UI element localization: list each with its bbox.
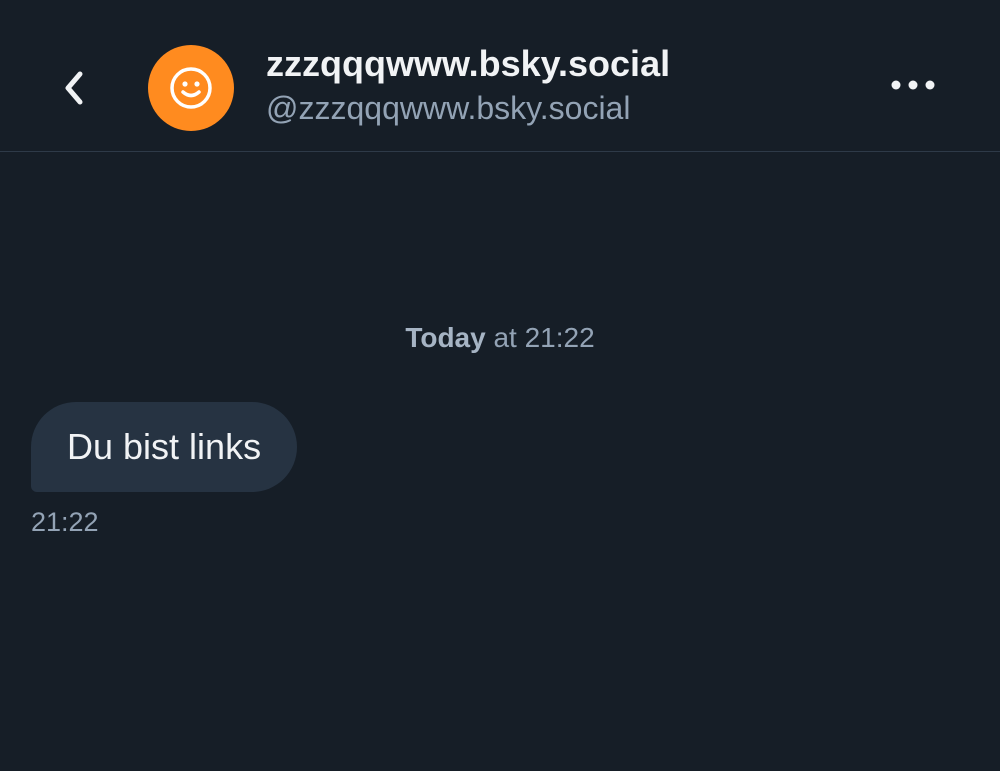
handle: @zzzqqqwww.bsky.social xyxy=(266,90,631,126)
avatar[interactable] xyxy=(148,45,234,131)
smiley-face-icon xyxy=(170,67,212,109)
message-bubble[interactable]: Du bist links xyxy=(31,402,298,492)
conversation-header: zzzqqqwww.bsky.social @zzzqqqwww.bsky.so… xyxy=(0,0,1000,152)
header-profile-info[interactable]: zzzqqqwww.bsky.social @zzzqqqwww.bsky.so… xyxy=(266,42,670,128)
message-timestamp: 21:22 xyxy=(31,507,99,537)
date-separator-time: at 21:22 xyxy=(485,322,595,353)
more-options-button[interactable] xyxy=(880,60,946,110)
more-horizontal-icon xyxy=(891,80,935,90)
message-text: Du bist links xyxy=(67,426,262,467)
back-button[interactable] xyxy=(44,58,104,118)
date-separator: Today at 21:22 xyxy=(0,320,1000,356)
date-separator-day: Today xyxy=(405,322,486,353)
display-name: zzzqqqwww.bsky.social xyxy=(266,43,671,84)
chevron-left-icon xyxy=(65,71,83,105)
